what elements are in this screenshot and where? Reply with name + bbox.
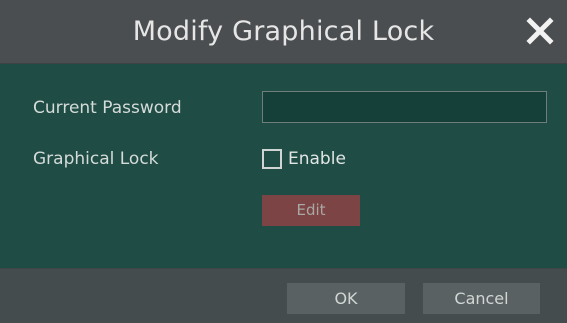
graphical-lock-row: Graphical Lock Enable	[0, 142, 567, 176]
current-password-input[interactable]	[262, 91, 547, 123]
close-icon	[526, 17, 554, 45]
title-bar: Modify Graphical Lock	[0, 0, 567, 64]
close-button[interactable]	[523, 14, 557, 48]
current-password-label: Current Password	[33, 98, 182, 118]
enable-checkbox[interactable]	[262, 149, 282, 169]
ok-button[interactable]: OK	[287, 283, 405, 314]
current-password-row: Current Password	[0, 91, 567, 125]
dialog-footer: OK Cancel	[0, 268, 567, 323]
dialog-title: Modify Graphical Lock	[132, 16, 435, 47]
enable-label: Enable	[288, 149, 346, 169]
modify-graphical-lock-dialog: SAM SECURI Modify Graphical Lock Current…	[0, 0, 567, 323]
graphical-lock-label: Graphical Lock	[33, 149, 159, 169]
enable-checkbox-control[interactable]: Enable	[262, 147, 346, 171]
edit-button[interactable]: Edit	[262, 195, 360, 226]
cancel-button[interactable]: Cancel	[423, 283, 540, 314]
dialog-content: Current Password Graphical Lock Enable	[0, 64, 567, 268]
